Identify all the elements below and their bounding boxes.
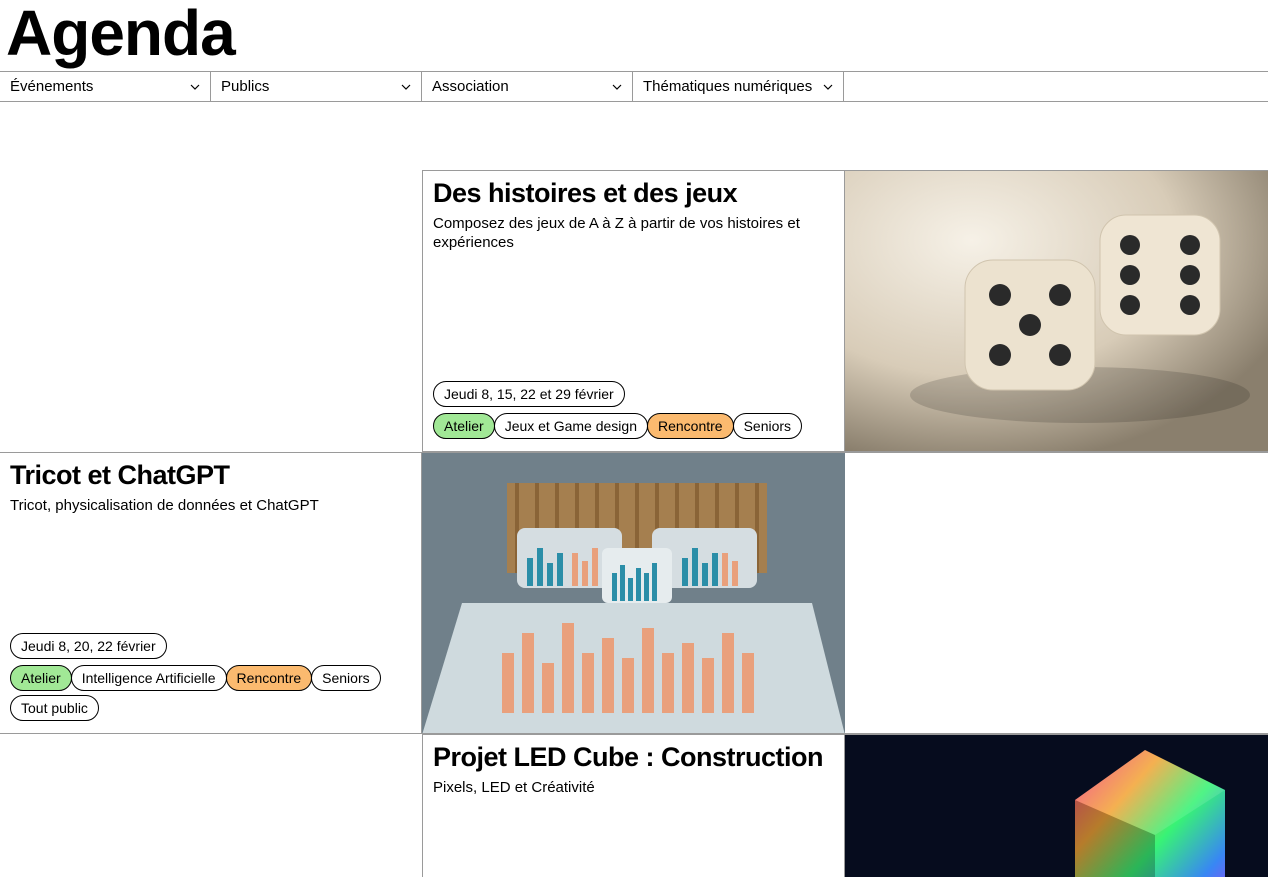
chevron-down-icon	[823, 82, 833, 92]
event-title: Des histoires et des jeux	[433, 179, 834, 209]
filter-label: Publics	[221, 78, 269, 95]
empty-cell	[0, 170, 422, 452]
event-tag[interactable]: Seniors	[311, 665, 380, 691]
event-card[interactable]: Projet LED Cube : Construction Pixels, L…	[422, 734, 845, 877]
event-image	[845, 734, 1268, 877]
event-tag[interactable]: Rencontre	[647, 413, 734, 439]
empty-cell	[845, 452, 1268, 734]
filter-evenements[interactable]: Événements	[0, 72, 211, 101]
event-tag[interactable]: Atelier	[433, 413, 495, 439]
event-tag[interactable]: Rencontre	[226, 665, 313, 691]
event-title: Projet LED Cube : Construction	[433, 743, 834, 773]
event-desc: Composez des jeux de A à Z à partir de v…	[433, 215, 834, 253]
filter-label: Thématiques numériques	[643, 78, 812, 95]
event-title: Tricot et ChatGPT	[10, 461, 411, 491]
event-tag[interactable]: Jeux et Game design	[494, 413, 648, 439]
event-desc: Tricot, physicalisation de données et Ch…	[10, 497, 411, 516]
filters-bar: Événements Publics Association Thématiqu…	[0, 71, 1268, 102]
chevron-down-icon	[401, 82, 411, 92]
filter-publics[interactable]: Publics	[211, 72, 422, 101]
page-title: Agenda	[0, 0, 1268, 71]
filter-association[interactable]: Association	[422, 72, 633, 101]
event-date: Jeudi 8, 15, 22 et 29 février	[433, 381, 625, 407]
event-tag[interactable]: Tout public	[10, 695, 99, 721]
event-tag[interactable]: Seniors	[733, 413, 802, 439]
event-card[interactable]: Des histoires et des jeux Composez des j…	[422, 170, 845, 452]
event-tag[interactable]: Intelligence Artificielle	[71, 665, 227, 691]
event-card[interactable]: Tricot et ChatGPT Tricot, physicalisatio…	[0, 452, 422, 734]
empty-cell	[0, 734, 422, 877]
event-desc: Pixels, LED et Créativité	[433, 779, 834, 798]
chevron-down-icon	[612, 82, 622, 92]
event-tag[interactable]: Atelier	[10, 665, 72, 691]
filter-thematiques[interactable]: Thématiques numériques	[633, 72, 844, 101]
filter-label: Association	[432, 78, 509, 95]
event-image	[845, 170, 1268, 452]
chevron-down-icon	[190, 82, 200, 92]
event-date: Jeudi 8, 20, 22 février	[10, 633, 167, 659]
events-grid: Des histoires et des jeux Composez des j…	[0, 170, 1268, 877]
filter-label: Événements	[10, 78, 93, 95]
event-image	[422, 452, 845, 734]
